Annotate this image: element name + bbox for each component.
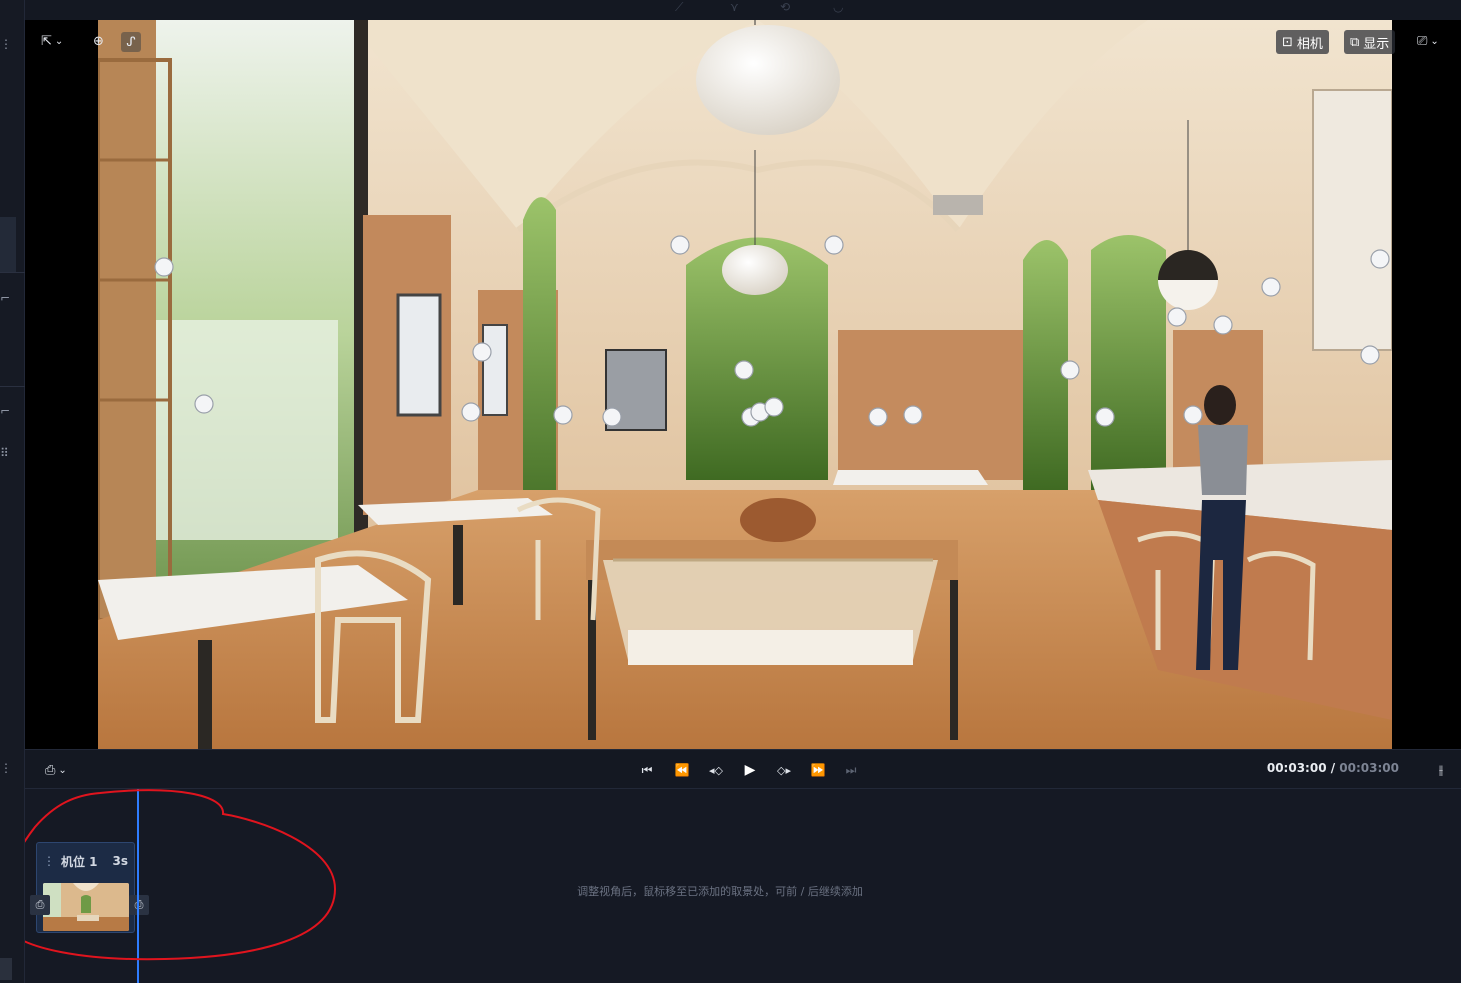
display-label: 显示	[1363, 36, 1390, 52]
waypoint-marker-icon[interactable]	[154, 257, 174, 277]
skip-to-start-button[interactable]: ⏮	[638, 760, 656, 780]
waypoint-marker-icon[interactable]	[1261, 277, 1281, 297]
left-rail: ⋮ ⌐ ⌐ ⠿ ⋮	[0, 0, 25, 983]
globe-icon: ⊕	[93, 34, 104, 49]
globe-button[interactable]: ⊕	[93, 34, 104, 49]
tool-icon[interactable]: ⟲	[780, 0, 790, 14]
waypoint-marker-icon[interactable]	[670, 235, 690, 255]
camera-label: 相机	[1296, 36, 1323, 52]
top-toolbar-strip: ⟋ ⋎ ⟲ ◡	[25, 0, 1461, 20]
rail-scroll-handle[interactable]	[0, 958, 12, 980]
camera-add-dropdown[interactable]: ⎙ ⌄	[45, 760, 67, 780]
waypoint-marker-icon[interactable]	[1060, 360, 1080, 380]
split-icon: ⫲	[1438, 762, 1444, 778]
fast-forward-button[interactable]: ⏩	[807, 760, 829, 780]
chevron-down-icon: ⌄	[54, 36, 64, 47]
menu-dots-icon[interactable]: ⋮	[0, 38, 14, 50]
skip-to-end-button[interactable]: ⏭	[842, 760, 860, 780]
waypoint-marker-icon[interactable]	[734, 360, 754, 380]
tool-icon[interactable]: ◡	[833, 0, 843, 14]
drag-grip-icon[interactable]: ⠿	[0, 447, 14, 459]
camera-add-icon: ⎙	[45, 762, 56, 778]
tool-icon[interactable]: ⋎	[730, 0, 739, 14]
waypoint-marker-icon[interactable]	[472, 342, 492, 362]
waypoint-marker-icon[interactable]	[602, 407, 622, 427]
skip-start-icon: ⏮	[641, 762, 653, 777]
rail-active-item[interactable]	[0, 217, 16, 273]
time-separator: /	[1326, 761, 1340, 775]
waypoint-marker-icon[interactable]	[903, 405, 923, 425]
camera-add-icon: ⎙	[35, 898, 45, 911]
waypoint-marker-icon[interactable]	[868, 407, 888, 427]
move-axes-icon: ⇱	[41, 34, 52, 49]
menu-dots-icon[interactable]: ⋮	[0, 762, 14, 774]
playback-control-bar: ⎙ ⌄ ⏮ ⏪ ◂◇ ▶ ◇▸ ⏩ ⏭ 00:03:00 / 00:03:00 …	[25, 749, 1461, 789]
waypoint-marker-icon[interactable]	[461, 402, 481, 422]
next-keyframe-icon: ◇▸	[777, 763, 791, 777]
app-window: ⋮ ⌐ ⌐ ⠿ ⋮ ⟋ ⋎ ⟲ ◡ ⇱ ⌄ ⊕ ᔑ ⊡ 相机 ⧉ 显示 ⎚ ⌄ …	[0, 0, 1461, 983]
prev-keyframe-button[interactable]: ◂◇	[705, 760, 727, 780]
screen-settings-icon: ⎚	[1417, 34, 1428, 49]
rail-divider	[0, 272, 25, 273]
skip-end-icon: ⏭	[845, 762, 857, 777]
clip-header: ⋮ 机位 1 3s	[37, 843, 134, 879]
rail-divider	[0, 386, 25, 387]
chevron-down-icon: ⌄	[1430, 36, 1439, 47]
rail-arrow-icon[interactable]: ⌐	[0, 405, 14, 417]
rail-arrow-icon[interactable]: ⌐	[0, 292, 14, 304]
path-icon: ᔑ	[126, 34, 136, 50]
camera-frame-icon: ⊡	[1282, 34, 1293, 50]
timeline-track[interactable]: ⋮ 机位 1 3s ⎙ ⎙ 调整视角后，鼠标移至已添加的取景处，可前 / 后继续…	[25, 789, 1461, 983]
screen-options-dropdown[interactable]: ⎚ ⌄	[1417, 34, 1439, 49]
rewind-icon: ⏪	[674, 763, 690, 777]
waypoint-marker-icon[interactable]	[1095, 407, 1115, 427]
scene-image[interactable]	[98, 20, 1392, 749]
drag-grip-icon[interactable]: ⋮	[43, 854, 55, 868]
waypoint-marker-icon[interactable]	[194, 394, 214, 414]
play-icon: ▶	[744, 762, 756, 778]
path-tool-button[interactable]: ᔑ	[121, 32, 141, 52]
display-chip[interactable]: ⧉ 显示	[1344, 30, 1396, 54]
chevron-down-icon: ⌄	[58, 764, 67, 776]
waypoint-marker-icon[interactable]	[824, 235, 844, 255]
waypoint-marker-icon[interactable]	[1167, 307, 1187, 327]
waypoint-marker-icon[interactable]	[1213, 315, 1233, 335]
waypoint-marker-icon[interactable]	[1370, 249, 1390, 269]
total-time: 00:03:00	[1339, 761, 1399, 775]
transform-dropdown-button[interactable]: ⇱ ⌄	[41, 34, 63, 49]
waypoint-marker-icon[interactable]	[1183, 405, 1203, 425]
waypoint-marker-icon[interactable]	[553, 405, 573, 425]
current-time: 00:03:00	[1266, 761, 1327, 775]
split-button[interactable]: ⫲	[1431, 760, 1451, 780]
tool-icon[interactable]: ⟋	[675, 0, 683, 15]
timeline-hint-text: 调整视角后，鼠标移至已添加的取景处，可前 / 后继续添加	[577, 885, 863, 898]
waypoint-marker-icon[interactable]	[1360, 345, 1380, 365]
time-readout: 00:03:00 / 00:03:00	[1267, 761, 1399, 775]
next-keyframe-button[interactable]: ◇▸	[773, 760, 795, 780]
clip-duration: 3s	[112, 854, 129, 868]
camera-add-icon: ⎙	[134, 898, 144, 911]
display-layers-icon: ⧉	[1350, 34, 1360, 50]
rewind-button[interactable]: ⏪	[671, 760, 693, 780]
clip-name: 机位 1	[61, 854, 98, 869]
fast-forward-icon: ⏩	[810, 763, 826, 777]
play-button[interactable]: ▶	[739, 760, 761, 780]
prev-keyframe-icon: ◂◇	[709, 763, 723, 777]
viewport[interactable]: ⇱ ⌄ ⊕ ᔑ ⊡ 相机 ⧉ 显示 ⎚ ⌄	[25, 20, 1461, 749]
hotspot-layer	[154, 235, 1390, 427]
camera-chip[interactable]: ⊡ 相机	[1276, 30, 1329, 54]
waypoint-marker-icon[interactable]	[764, 397, 784, 417]
